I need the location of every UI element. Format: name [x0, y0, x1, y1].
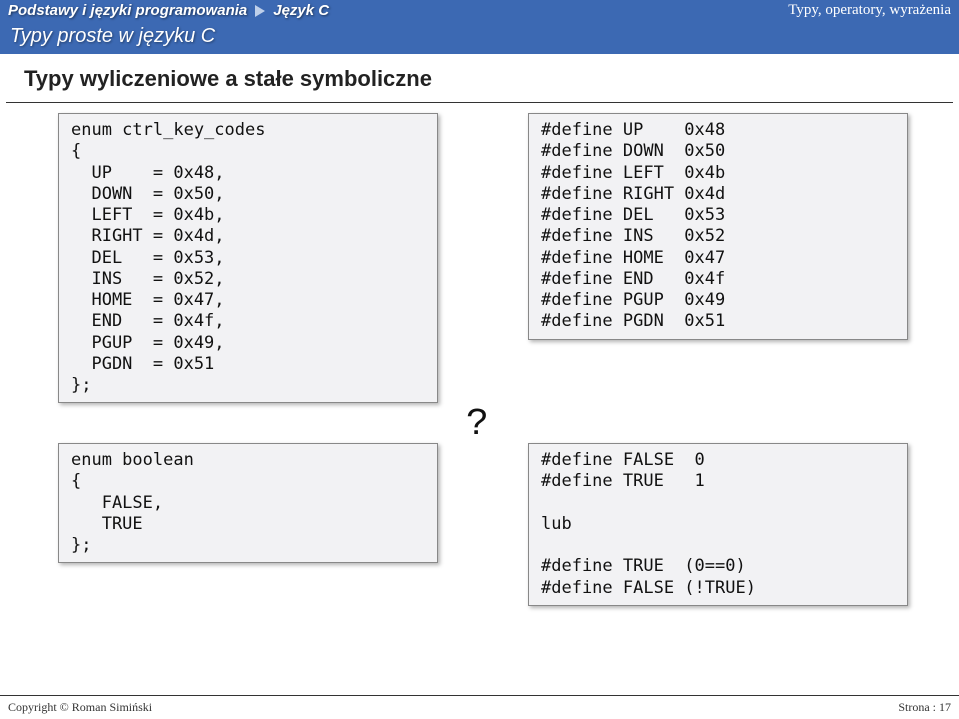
question-mark: ?: [466, 403, 489, 446]
breadcrumb: Podstawy i języki programowania Język C: [8, 2, 329, 19]
header-right-text: Typy, operatory, wyrażenia: [788, 2, 951, 19]
breadcrumb-part1: Podstawy i języki programowania: [8, 2, 247, 19]
subheader: Typy proste w języku C: [0, 21, 959, 54]
code-enum-bool: enum boolean { FALSE, TRUE };: [58, 443, 438, 563]
chevron-right-icon: [255, 5, 265, 17]
header-bar: Podstawy i języki programowania Język C …: [0, 0, 959, 21]
code-defines-keys: #define UP 0x48 #define DOWN 0x50 #defin…: [528, 113, 908, 340]
breadcrumb-part2: Język C: [273, 2, 329, 19]
code-enum-ctrl: enum ctrl_key_codes { UP = 0x48, DOWN = …: [58, 113, 438, 403]
footer-page: Strona : 17: [898, 700, 951, 715]
footer: Copyright © Roman Simiński Strona : 17: [0, 695, 959, 719]
content-area: enum ctrl_key_codes { UP = 0x48, DOWN = …: [0, 103, 959, 663]
section-title: Typy wyliczeniowe a stałe symboliczne: [6, 54, 953, 103]
code-defines-bool: #define FALSE 0 #define TRUE 1 lub #defi…: [528, 443, 908, 606]
footer-copyright: Copyright © Roman Simiński: [8, 700, 152, 715]
